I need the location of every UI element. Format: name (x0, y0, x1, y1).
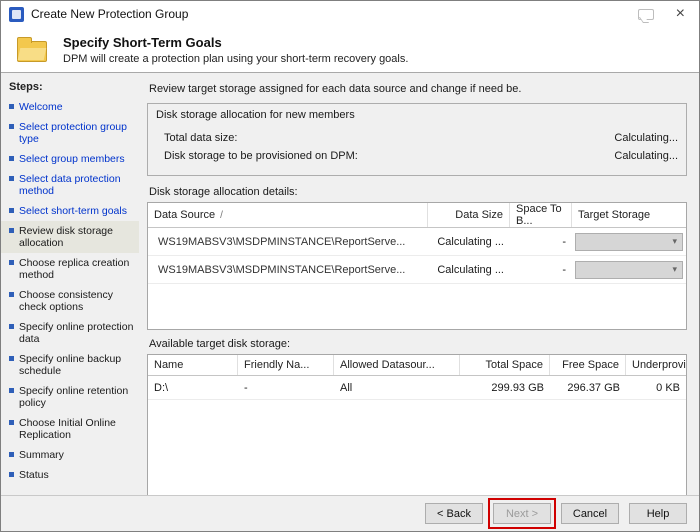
sidebar-item-summary: Summary (1, 445, 139, 465)
sidebar-item-online-protection-data: Specify online protection data (1, 317, 139, 349)
step-bullet-icon (9, 324, 14, 329)
column-header-allowed-datasources[interactable]: Allowed Datasour... (334, 355, 460, 375)
sidebar-item-protection-group-type[interactable]: Select protection group type (1, 117, 139, 149)
folder-icon (17, 37, 47, 62)
main-content: Review target storage assigned for each … (139, 73, 699, 496)
sidebar-item-initial-online-replication: Choose Initial Online Replication (1, 413, 139, 445)
chevron-down-icon: ▾ (672, 264, 677, 274)
sidebar-item-group-members[interactable]: Select group members (1, 149, 139, 169)
allowed-datasources-cell: All (340, 381, 353, 394)
step-bullet-icon (9, 356, 14, 361)
close-button[interactable]: × (670, 6, 691, 22)
target-storage-dropdown[interactable]: ▾ (575, 232, 683, 251)
window-title: Create New Protection Group (31, 7, 189, 21)
steps-sidebar: Steps: Welcome Select protection group t… (1, 73, 139, 495)
step-bullet-icon (9, 124, 14, 129)
provisioned-storage-label: Disk storage to be provisioned on DPM: (164, 150, 358, 162)
step-bullet-icon (9, 260, 14, 265)
step-bullet-icon (9, 104, 14, 109)
column-header-space-to-be[interactable]: Space To B... (510, 203, 572, 227)
sidebar-item-data-protection-method[interactable]: Select data protection method (1, 169, 139, 201)
column-header-name[interactable]: Name (148, 355, 238, 375)
total-data-size-value: Calculating... (614, 132, 678, 144)
intro-text: Review target storage assigned for each … (149, 83, 522, 95)
sidebar-item-short-term-goals[interactable]: Select short-term goals (1, 201, 139, 221)
sort-ascending-icon: / (220, 209, 223, 221)
create-protection-group-dialog: Create New Protection Group × Specify Sh… (0, 0, 700, 532)
step-bullet-icon (9, 156, 14, 161)
data-source-cell: WS19MABSV3\MSDPMINSTANCE\ReportServe... (158, 235, 406, 248)
help-button[interactable]: Help (629, 503, 687, 524)
column-header-total-space[interactable]: Total Space (460, 355, 550, 375)
next-button[interactable]: Next > (493, 503, 551, 524)
wizard-header: Specify Short-Term Goals DPM will create… (1, 27, 699, 73)
step-bullet-icon (9, 228, 14, 233)
step-bullet-icon (9, 208, 14, 213)
step-bullet-icon (9, 388, 14, 393)
step-bullet-icon (9, 472, 14, 477)
steps-heading: Steps: (9, 81, 43, 93)
data-source-cell: WS19MABSV3\MSDPMINSTANCE\ReportServe... (158, 263, 406, 276)
sidebar-item-consistency-check: Choose consistency check options (1, 285, 139, 317)
space-cell: - (562, 235, 566, 248)
groupbox-title: Disk storage allocation for new members (156, 109, 355, 121)
feedback-icon[interactable] (637, 8, 654, 20)
sidebar-item-review-disk-storage[interactable]: Review disk storage allocation (1, 221, 139, 253)
step-bullet-icon (9, 176, 14, 181)
data-size-cell: Calculating ... (437, 263, 504, 276)
sidebar-item-replica-creation: Choose replica creation method (1, 253, 139, 285)
details-table-label: Disk storage allocation details: (149, 186, 298, 198)
disk-allocation-details-table: Data Source / Data Size Space To B... Ta… (147, 202, 687, 330)
total-data-size-label: Total data size: (164, 132, 238, 144)
chevron-down-icon: ▾ (672, 236, 677, 246)
column-header-target-storage[interactable]: Target Storage (572, 203, 686, 227)
column-header-data-source[interactable]: Data Source / (148, 203, 428, 227)
friendly-name-cell: - (244, 381, 248, 394)
underprovisioned-cell: 0 KB (656, 381, 680, 394)
target-storage-dropdown[interactable]: ▾ (575, 260, 683, 279)
table-row[interactable]: WS19MABSV3\MSDPMINSTANCE\ReportServe... … (148, 256, 686, 284)
data-size-cell: Calculating ... (437, 235, 504, 248)
step-bullet-icon (9, 292, 14, 297)
total-space-cell: 299.93 GB (491, 381, 544, 394)
app-icon (9, 6, 24, 22)
sidebar-item-status: Status (1, 465, 139, 485)
sidebar-item-welcome[interactable]: Welcome (1, 97, 139, 117)
cancel-button[interactable]: Cancel (561, 503, 619, 524)
volume-name-cell: D:\ (154, 381, 169, 394)
disk-allocation-groupbox: Disk storage allocation for new members … (147, 103, 687, 176)
table-row[interactable]: WS19MABSV3\MSDPMINSTANCE\ReportServe... … (148, 228, 686, 256)
sidebar-item-online-retention-policy: Specify online retention policy (1, 381, 139, 413)
step-bullet-icon (9, 420, 14, 425)
wizard-footer: < Back Next > Cancel Help (1, 495, 699, 531)
table-row[interactable]: D:\ - All 299.93 GB 296.37 GB 0 KB (148, 376, 686, 400)
back-button[interactable]: < Back (425, 503, 483, 524)
free-space-cell: 296.37 GB (567, 381, 620, 394)
column-header-free-space[interactable]: Free Space (550, 355, 626, 375)
page-title: Specify Short-Term Goals (63, 34, 222, 50)
available-storage-label: Available target disk storage: (149, 338, 291, 350)
column-header-friendly-name[interactable]: Friendly Na... (238, 355, 334, 375)
page-subtitle: DPM will create a protection plan using … (63, 52, 409, 65)
available-storage-table: Name Friendly Na... Allowed Datasour... … (147, 354, 687, 496)
step-bullet-icon (9, 452, 14, 457)
column-header-data-size[interactable]: Data Size (428, 203, 510, 227)
provisioned-storage-value: Calculating... (614, 150, 678, 162)
sidebar-item-online-backup-schedule: Specify online backup schedule (1, 349, 139, 381)
column-header-underprovisioned[interactable]: Underprovi... (626, 355, 686, 375)
titlebar: Create New Protection Group × (1, 1, 699, 27)
space-cell: - (562, 263, 566, 276)
